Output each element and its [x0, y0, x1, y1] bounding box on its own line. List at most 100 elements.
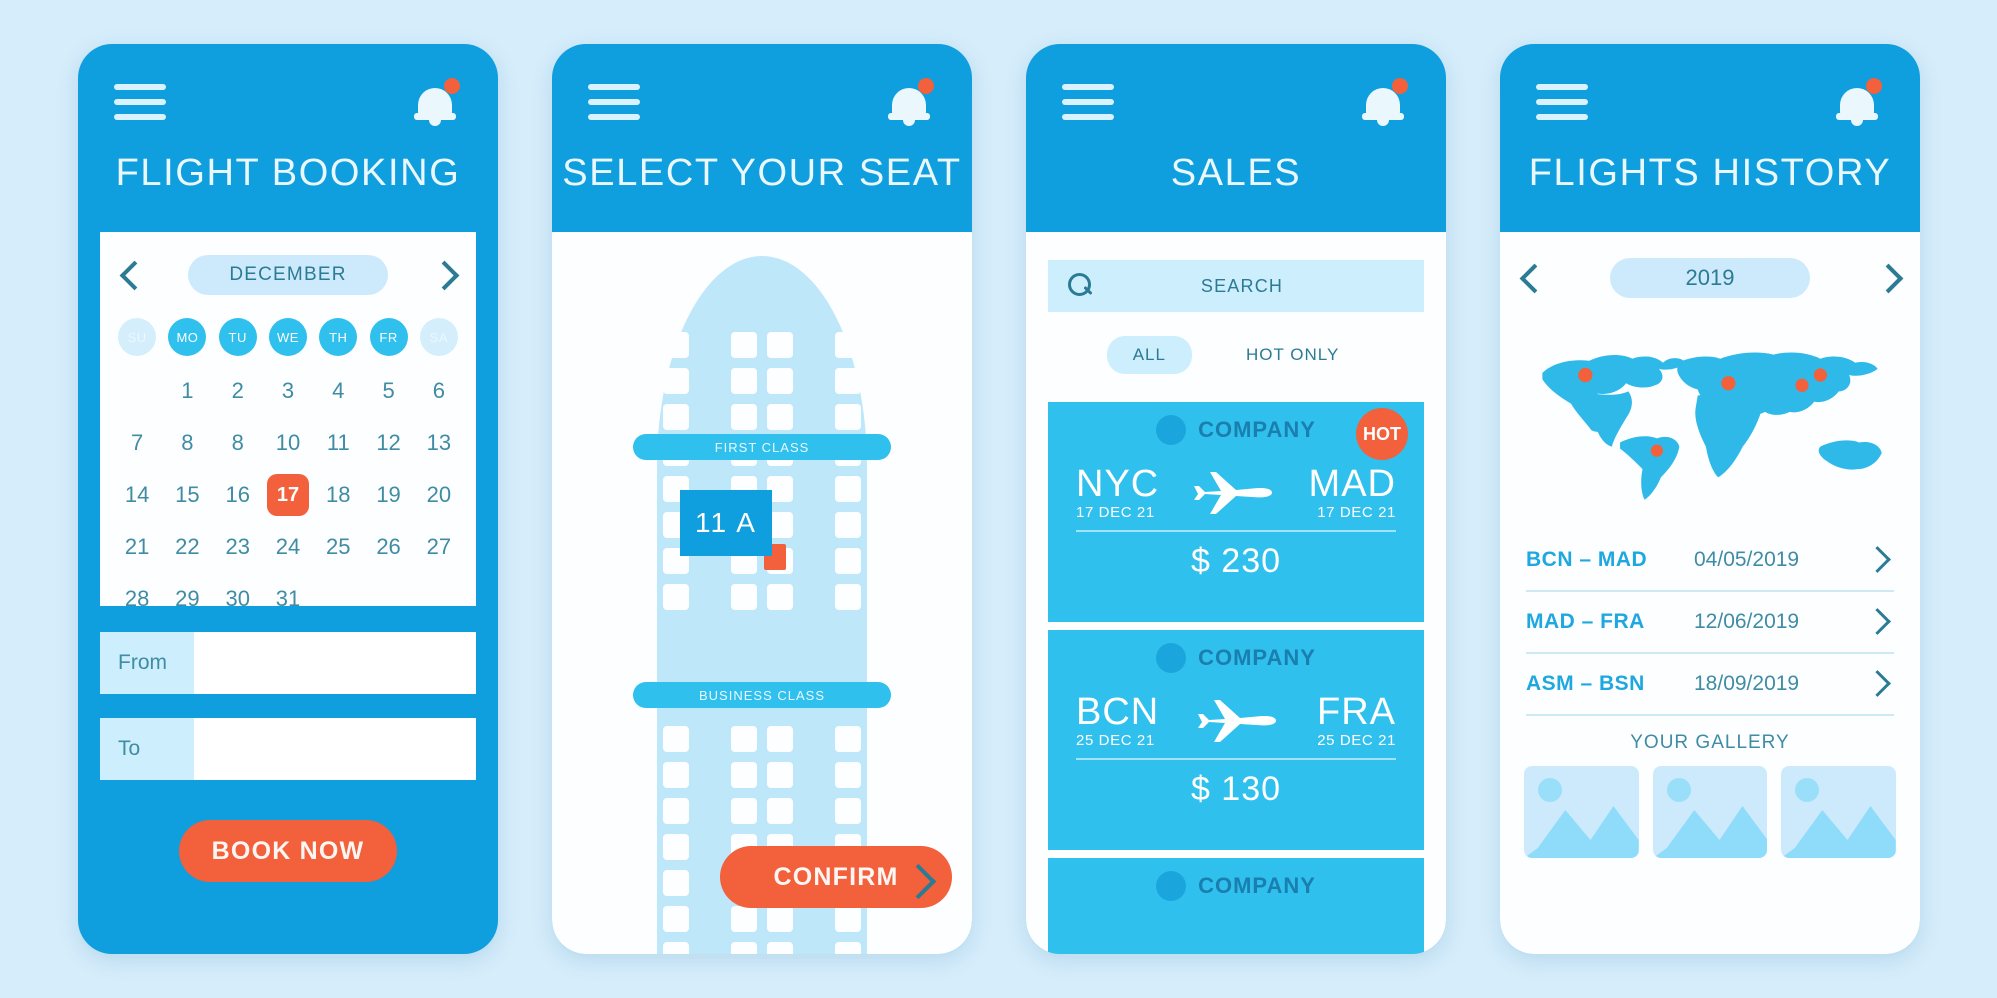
seat-cell[interactable] — [731, 584, 757, 610]
seat-cell[interactable] — [767, 368, 793, 394]
calendar-day[interactable]: 20 — [418, 474, 460, 516]
calendar-day[interactable]: 11 — [317, 422, 359, 464]
seat-cell[interactable] — [731, 906, 757, 932]
calendar-day[interactable]: 5 — [368, 370, 410, 412]
search-input[interactable]: SEARCH — [1048, 260, 1424, 312]
calendar-day[interactable]: 25 — [317, 526, 359, 568]
calendar-day[interactable]: 24 — [267, 526, 309, 568]
seat-cell[interactable] — [731, 726, 757, 752]
seat-cell[interactable] — [627, 906, 653, 932]
seat-cell[interactable] — [627, 798, 653, 824]
notification-bell-icon[interactable] — [1836, 78, 1882, 126]
seat-cell[interactable] — [835, 942, 861, 954]
seat-cell[interactable] — [835, 762, 861, 788]
seat-cell[interactable] — [627, 942, 653, 954]
calendar-day[interactable]: 23 — [217, 526, 259, 568]
seat-cell[interactable] — [835, 548, 861, 574]
calendar-day[interactable]: 15 — [166, 474, 208, 516]
notification-bell-icon[interactable] — [414, 78, 460, 126]
history-row[interactable]: MAD – FRA 12/06/2019 — [1526, 592, 1894, 654]
hamburger-menu-icon[interactable] — [114, 84, 166, 120]
seat-cell[interactable] — [627, 726, 653, 752]
seat-cell[interactable] — [731, 798, 757, 824]
seat-cell[interactable] — [835, 332, 861, 358]
seat-cell[interactable] — [835, 584, 861, 610]
seat-block-business-class[interactable] — [627, 726, 897, 954]
seat-cell[interactable] — [731, 332, 757, 358]
calendar-day[interactable]: 2 — [217, 370, 259, 412]
calendar-day[interactable]: 7 — [116, 422, 158, 464]
chevron-right-icon[interactable] — [1868, 673, 1890, 695]
calendar-day[interactable]: 22 — [166, 526, 208, 568]
gallery-thumbnail[interactable] — [1524, 766, 1639, 858]
seat-cell[interactable] — [767, 332, 793, 358]
world-map[interactable] — [1526, 324, 1894, 514]
tab-all[interactable]: ALL — [1106, 336, 1192, 374]
seat-cell[interactable] — [663, 404, 689, 430]
notification-bell-icon[interactable] — [1362, 78, 1408, 126]
seat-cell[interactable] — [767, 726, 793, 752]
gallery-thumbnail[interactable] — [1652, 766, 1768, 858]
seat-cell[interactable] — [767, 584, 793, 610]
seat-cell[interactable] — [835, 404, 861, 430]
seat-cell[interactable] — [731, 368, 757, 394]
seat-cell[interactable] — [663, 368, 689, 394]
seat-cell[interactable] — [871, 726, 897, 752]
seat-cell[interactable] — [663, 942, 689, 954]
seat-cell[interactable] — [871, 368, 897, 394]
history-row[interactable]: BCN – MAD 04/05/2019 — [1526, 530, 1894, 592]
seat-cell[interactable] — [871, 476, 897, 502]
flight-offer-card[interactable]: COMPANY — [1048, 858, 1424, 954]
year-label[interactable]: 2019 — [1610, 258, 1810, 298]
book-now-button[interactable]: BOOK NOW — [179, 820, 397, 882]
seat-cell[interactable] — [627, 548, 653, 574]
seat-cell[interactable] — [731, 762, 757, 788]
calendar-day[interactable]: 4 — [317, 370, 359, 412]
month-label[interactable]: DECEMBER — [188, 255, 388, 295]
gallery-thumbnail[interactable] — [1781, 766, 1897, 858]
calendar-day[interactable]: 12 — [368, 422, 410, 464]
calendar-day[interactable]: 26 — [368, 526, 410, 568]
seat-cell[interactable] — [835, 476, 861, 502]
seat-cell[interactable] — [871, 548, 897, 574]
calendar-day[interactable]: 1 — [166, 370, 208, 412]
calendar-day[interactable]: 14 — [116, 474, 158, 516]
calendar-day[interactable]: 6 — [418, 370, 460, 412]
seat-cell[interactable] — [871, 404, 897, 430]
flight-offer-card[interactable]: COMPANY HOT NYC 17 DEC 21 MAD 17 DEC 21 — [1048, 402, 1424, 622]
seat-cell[interactable] — [627, 404, 653, 430]
prev-month-button[interactable] — [120, 262, 146, 288]
next-year-button[interactable] — [1874, 265, 1900, 291]
calendar-day[interactable]: 28 — [116, 578, 158, 620]
calendar-day[interactable]: 30 — [217, 578, 259, 620]
to-input[interactable] — [194, 718, 476, 780]
seat-cell[interactable] — [871, 512, 897, 538]
hamburger-menu-icon[interactable] — [1062, 84, 1114, 120]
seat-cell[interactable] — [835, 798, 861, 824]
calendar-day[interactable]: 16 — [217, 474, 259, 516]
history-row[interactable]: ASM – BSN 18/09/2019 — [1526, 654, 1894, 716]
seat-cell[interactable] — [767, 798, 793, 824]
hamburger-menu-icon[interactable] — [1536, 84, 1588, 120]
seat-cell[interactable] — [731, 404, 757, 430]
prev-year-button[interactable] — [1520, 265, 1546, 291]
calendar-day[interactable]: 3 — [267, 370, 309, 412]
seat-cell[interactable] — [627, 332, 653, 358]
calendar-day[interactable]: 8 — [166, 422, 208, 464]
seat-cell[interactable] — [627, 870, 653, 896]
calendar-day[interactable]: 27 — [418, 526, 460, 568]
to-field[interactable]: To — [100, 718, 476, 780]
seat-cell[interactable] — [663, 332, 689, 358]
calendar-day[interactable]: 13 — [418, 422, 460, 464]
seat-cell[interactable] — [731, 942, 757, 954]
tab-hot-only[interactable]: HOT ONLY — [1220, 336, 1365, 374]
seat-cell[interactable] — [627, 834, 653, 860]
seat-cell[interactable] — [767, 906, 793, 932]
seat-cell[interactable] — [767, 942, 793, 954]
seat-cell[interactable] — [663, 834, 689, 860]
calendar-day[interactable]: 19 — [368, 474, 410, 516]
seat-cell[interactable] — [871, 798, 897, 824]
notification-bell-icon[interactable] — [888, 78, 934, 126]
seat-cell[interactable] — [871, 584, 897, 610]
seat-cell[interactable] — [871, 762, 897, 788]
